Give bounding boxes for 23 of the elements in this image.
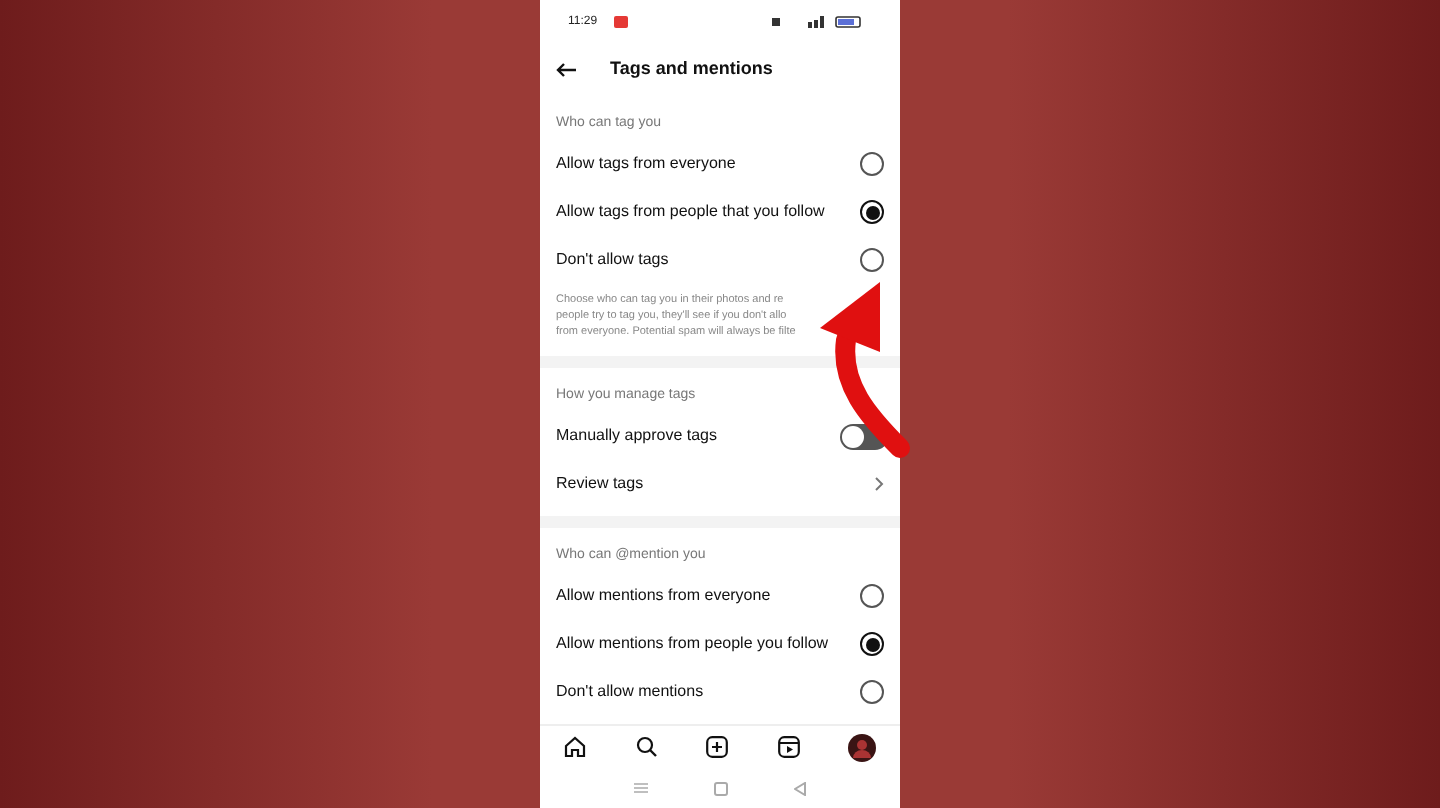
radio-button[interactable]	[860, 152, 884, 176]
reels-icon[interactable]	[777, 736, 799, 758]
option-label: Allow tags from people that you follow	[556, 200, 825, 224]
search-icon[interactable]	[635, 736, 657, 758]
option-label: Allow mentions from people you follow	[556, 632, 829, 656]
app-notification-icon	[613, 16, 628, 28]
option-label: Review tags	[556, 472, 644, 496]
radio-button[interactable]	[860, 680, 884, 704]
option-label: Allow mentions from everyone	[556, 584, 771, 608]
radio-button[interactable]	[860, 200, 884, 224]
radio-button[interactable]	[860, 632, 884, 656]
radio-button[interactable]	[860, 248, 884, 272]
option-label: Allow tags from everyone	[556, 152, 736, 176]
home-icon[interactable]	[564, 736, 586, 758]
radio-button[interactable]	[860, 584, 884, 608]
profile-avatar[interactable]	[848, 733, 876, 761]
add-post-icon[interactable]	[706, 736, 728, 758]
page-title: Tags and mentions	[610, 56, 773, 83]
option-label: Don't allow tags	[556, 248, 669, 272]
option-label: Don't allow mentions	[556, 680, 704, 704]
back-arrow-icon[interactable]	[556, 62, 578, 78]
chevron-right-icon[interactable]	[874, 476, 884, 492]
option-label: Manually approve tags	[556, 424, 717, 448]
